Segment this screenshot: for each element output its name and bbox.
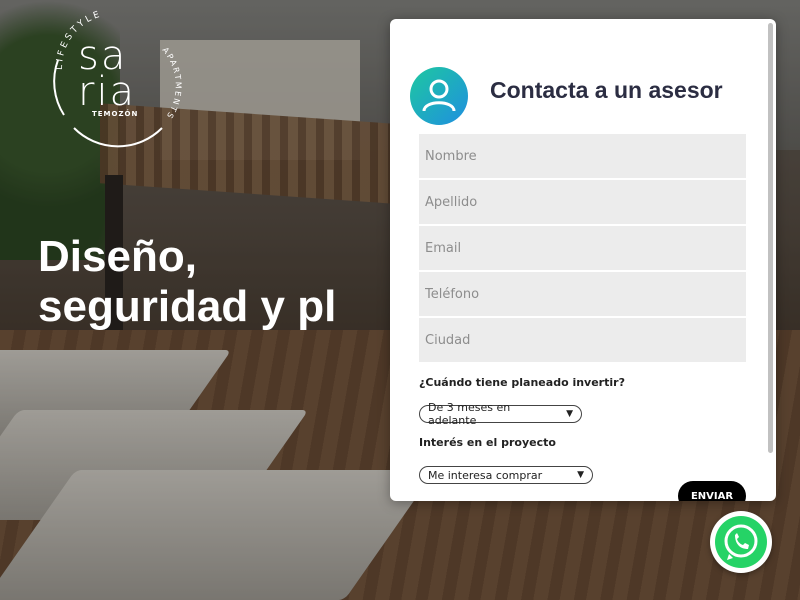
phone-field[interactable] bbox=[419, 272, 746, 316]
city-field[interactable] bbox=[419, 318, 746, 362]
project-interest-select[interactable]: Me interesa comprar ▼ bbox=[419, 466, 593, 484]
last-name-field[interactable] bbox=[419, 180, 746, 224]
invest-timing-value: De 3 meses en adelante bbox=[428, 401, 511, 427]
contact-form-panel: Contacta a un asesor ¿Cuándo tiene plane… bbox=[390, 19, 776, 501]
invest-question-label: ¿Cuándo tiene planeado invertir? bbox=[419, 376, 625, 389]
whatsapp-button[interactable] bbox=[710, 511, 772, 573]
brand-name-line2: ria bbox=[78, 69, 137, 115]
submit-button[interactable]: ENVIAR bbox=[678, 481, 746, 501]
interest-question-label: Interés en el proyecto bbox=[419, 436, 556, 449]
brand-name: sa ria bbox=[78, 36, 137, 115]
hero-headline: Diseño, seguridad y pl bbox=[38, 232, 336, 332]
whatsapp-icon bbox=[715, 516, 767, 568]
user-icon bbox=[410, 67, 468, 125]
form-title: Contacta a un asesor bbox=[490, 77, 723, 103]
hero-headline-line1: Diseño, bbox=[38, 232, 197, 281]
svg-text:APARTMENTS: APARTMENTS bbox=[160, 46, 182, 122]
brand-tagline-right: APARTMENTS bbox=[160, 46, 180, 122]
panel-scrollbar[interactable] bbox=[768, 23, 773, 453]
chevron-down-icon: ▼ bbox=[577, 470, 584, 480]
email-field[interactable] bbox=[419, 226, 746, 270]
brand-logo[interactable]: LIFESTYLE APARTMENTS sa ria TEMOZÓN bbox=[44, 9, 184, 150]
invest-timing-select[interactable]: De 3 meses en adelante ▼ bbox=[419, 401, 582, 427]
brand-location: TEMOZÓN bbox=[92, 110, 139, 118]
hero-headline-line2: seguridad y pl bbox=[38, 282, 337, 331]
project-interest-value: Me interesa comprar bbox=[428, 468, 543, 482]
chevron-down-icon: ▼ bbox=[566, 409, 573, 419]
first-name-field[interactable] bbox=[419, 134, 746, 178]
